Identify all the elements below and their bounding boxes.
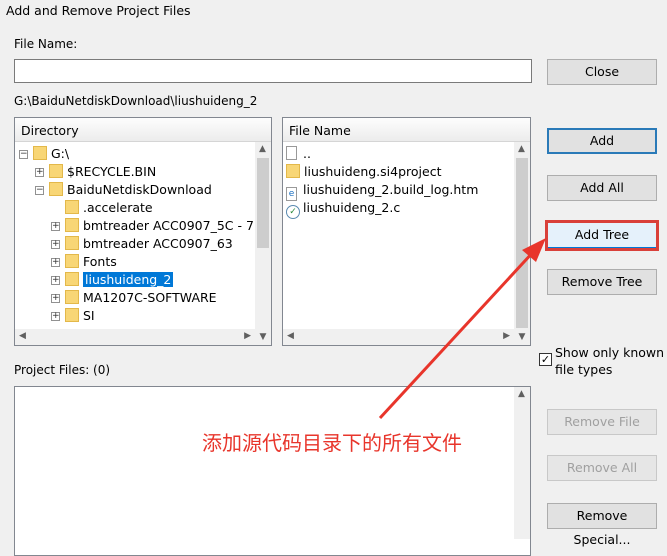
annotation-arrow <box>378 238 546 420</box>
annotation-text: 添加源代码目录下的所有文件 <box>202 431 462 455</box>
